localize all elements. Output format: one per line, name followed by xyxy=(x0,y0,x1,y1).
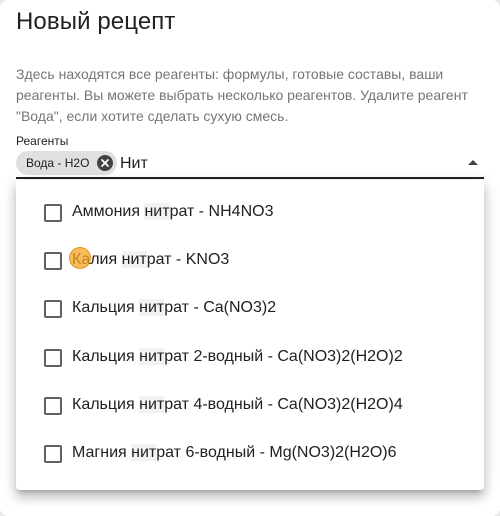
cancel-icon[interactable] xyxy=(97,155,114,171)
option-calcium-nitrate-dihydrate[interactable]: Кальция нитрат 2-водный - Ca(NO3)2(H2O)2 xyxy=(16,333,484,381)
arrow-up-icon[interactable] xyxy=(468,160,478,165)
match-highlight: нит xyxy=(139,348,165,365)
match-highlight: нит xyxy=(139,299,165,316)
match-highlight: нит xyxy=(139,396,165,413)
reagents-autocomplete[interactable]: Вода - H2O xyxy=(16,149,484,179)
option-label: Кальция нитрат 2-водный - Ca(NO3)2(H2O)2 xyxy=(72,348,403,365)
checkbox[interactable] xyxy=(44,445,62,463)
option-calcium-nitrate-tetrahydrate[interactable]: Кальция нитрат 4-водный - Ca(NO3)2(H2O)4 xyxy=(16,381,484,429)
checkbox[interactable] xyxy=(44,252,62,270)
option-label: Магния нитрат 6-водный - Mg(NO3)2(H2O)6 xyxy=(72,444,397,461)
option-ammonium-nitrate[interactable]: Аммония нитрат - NH4NO3 xyxy=(16,188,484,236)
new-recipe-dialog: Новый рецепт Здесь находятся все реагент… xyxy=(0,0,500,516)
checkbox[interactable] xyxy=(44,397,62,415)
option-magnesium-nitrate-hexahydrate[interactable]: Магния нитрат 6-водный - Mg(NO3)2(H2O)6 xyxy=(16,429,484,477)
dialog-title: Новый рецепт xyxy=(16,8,176,35)
checkbox[interactable] xyxy=(44,300,62,318)
option-label: Кальция нитрат 4-водный - Ca(NO3)2(H2O)4 xyxy=(72,396,403,413)
match-highlight: нит xyxy=(144,203,170,220)
checkbox[interactable] xyxy=(44,349,62,367)
option-calcium-nitrate[interactable]: Кальция нитрат - Ca(NO3)2 xyxy=(16,284,484,332)
match-highlight: нит xyxy=(131,444,157,461)
dialog-description: Здесь находятся все реагенты: формулы, г… xyxy=(16,66,468,124)
reagents-field-label: Реагенты xyxy=(16,134,69,148)
option-label: Калия нитрат - KNO3 xyxy=(72,251,230,268)
reagents-search-input[interactable] xyxy=(120,153,440,175)
match-highlight: нит xyxy=(121,251,147,268)
option-label: Аммония нитрат - NH4NO3 xyxy=(72,203,274,220)
option-potassium-nitrate[interactable]: Калия нитрат - KNO3 xyxy=(16,236,484,284)
reagents-dropdown-list: Аммония нитрат - NH4NO3 Калия нитрат - K… xyxy=(16,180,484,490)
chip-label: Вода - H2O xyxy=(26,156,90,170)
option-label: Кальция нитрат - Ca(NO3)2 xyxy=(72,299,277,316)
selected-reagent-chip[interactable]: Вода - H2O xyxy=(16,151,118,175)
checkbox[interactable] xyxy=(44,204,62,222)
